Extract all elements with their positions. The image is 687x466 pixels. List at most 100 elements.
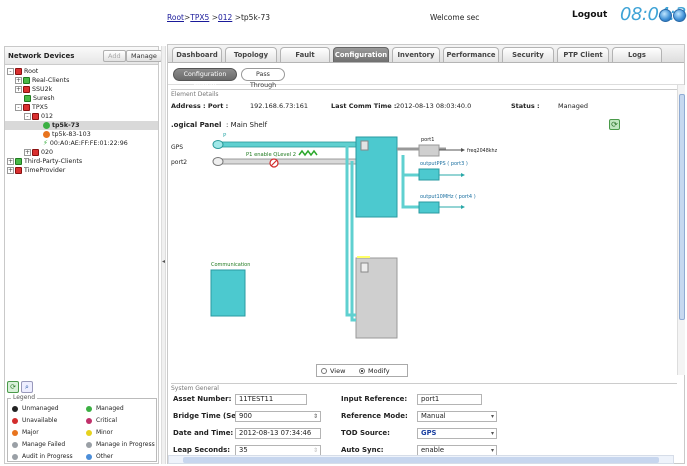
group-icon [15,157,22,165]
legend-box: Legend Unmanaged Managed Unavailable Cri… [7,394,157,462]
horizontal-scrollbar[interactable] [168,455,674,464]
chevron-down-icon[interactable]: ▾ [491,412,494,421]
radio-icon [321,368,327,374]
tree-node-root[interactable]: - Root [7,67,38,76]
critical-icon [86,417,92,424]
breadcrumb-current: tp5k-73 [240,13,271,22]
tree-node-020[interactable]: +020 [24,148,53,157]
tab-performance[interactable]: Performance [443,47,499,62]
tree-node-real-clients[interactable]: + Real-Clients [15,76,69,85]
group-icon [32,112,39,120]
managed-icon [86,405,92,412]
configuration-module-button[interactable]: Configuration Module [173,68,237,89]
communication-card[interactable] [210,269,246,317]
tree-node-suresh[interactable]: Suresh [24,94,55,103]
tree-node-tp5k-73[interactable]: tp5k-73 [5,121,158,130]
system-general-title: System General [171,385,219,392]
expand-icon[interactable]: + [24,148,31,156]
manage-button[interactable]: Manage [126,50,162,62]
date-time-input[interactable]: 2012-08-13 07:34:46 [235,428,321,439]
tab-fault[interactable]: Fault [280,47,330,62]
input-reference-label: Input Reference: [341,395,408,403]
radio-checked-icon [359,368,365,374]
tree-node-third-party[interactable]: + Third-Party-Clients [7,157,82,166]
asset-number-input[interactable]: 11TEST11 [235,394,307,405]
bridge-time-spinner[interactable]: 900 ⇕ [235,411,321,422]
manage-failed-icon [12,441,18,448]
input-reference-input[interactable]: port1 [417,394,482,405]
refresh-icon[interactable]: ⟳ [7,381,19,393]
address-value: 192.168.6.73:161 [250,102,309,110]
port1-block[interactable] [418,144,440,157]
gps-connector[interactable] [212,140,224,149]
tab-configuration[interactable]: Configuration [333,47,389,62]
panel-title: Network Devices [8,52,75,60]
legend-item-manage-failed: Manage Failed [12,441,65,448]
audit-in-progress-icon [12,453,18,460]
tab-security[interactable]: Security [502,47,554,62]
collapse-icon[interactable]: - [24,112,31,120]
minor-icon [86,429,92,436]
legend-item-unavailable: Unavailable [12,417,57,424]
p1-label: P1 enable QLevel 2 [246,152,296,158]
tab-ptp-client[interactable]: PTP Client [557,47,609,62]
vertical-scrollbar[interactable] [677,85,685,375]
tree-node-timeprovider[interactable]: + TimeProvider [7,166,65,175]
logout-link[interactable]: Logout [572,10,607,20]
signal-wave-icon [298,149,318,157]
output-bus [401,155,419,209]
port1-label: port1 [421,137,434,143]
collapse-icon[interactable]: - [15,103,22,111]
expand-icon[interactable]: + [7,157,14,165]
top-header: Root>TPX5 >012 >tp5k-73 Welcome sec Logo… [0,0,687,36]
asset-number-label: Asset Number: [173,395,232,403]
expand-icon[interactable]: + [7,166,14,174]
gps-cable [213,141,360,148]
modify-radio[interactable]: Modify [359,367,390,375]
breadcrumb-root[interactable]: Root [167,13,184,22]
expand-icon[interactable]: + [15,85,22,93]
group-icon [23,103,30,111]
tod-source-label: TOD Source: [341,429,390,437]
network-devices-panel: Network Devices Add Manage - Root + Real-C… [4,46,162,464]
info-icon[interactable] [673,9,686,22]
view-radio[interactable]: View [321,367,345,375]
panel-splitter[interactable]: ◂ [161,46,166,464]
legend-title: Legend [11,394,38,401]
tod-source-select[interactable]: GPS ▾ [417,428,497,439]
tab-dashboard[interactable]: Dashboard [172,47,222,62]
pps-block[interactable] [418,168,440,181]
reference-mode-select[interactable]: Manual ▾ [417,411,497,422]
collapse-arrow-icon[interactable]: ◂ [162,258,165,265]
tree-node-tpx5[interactable]: - TPX5 [15,103,48,112]
tree-node-012[interactable]: -012 [24,112,53,121]
tenmhz-block[interactable] [418,201,440,214]
pps-label: outputPPS ( port3 ) [420,161,468,167]
breadcrumb-012[interactable]: 012 [218,13,232,22]
communication-label: Communication [211,262,250,268]
other-icon [86,453,92,460]
tree-node-mac[interactable]: ⚡ 00:A0:AE:FF:FE:01:22:96 [43,139,128,148]
expand-icon[interactable]: + [15,76,22,84]
spinner-icon[interactable]: ⇕ [313,412,318,421]
port2-connector[interactable] [212,157,224,166]
breadcrumb-tpx5[interactable]: TPX5 [190,13,209,22]
scroll-thumb[interactable] [679,94,685,320]
tab-logs[interactable]: Logs [612,47,662,62]
chevron-down-icon[interactable]: ▾ [491,429,494,438]
scroll-thumb[interactable] [183,457,659,463]
collapse-icon[interactable]: - [7,67,14,75]
tab-inventory[interactable]: Inventory [392,47,440,62]
help-icon[interactable] [659,9,672,22]
logical-panel: .ogical Panel : Main Shelf ⟳ GPS P port2… [171,115,677,379]
tree-node-tp5k-83-103[interactable]: tp5k-83-103 [43,130,91,139]
search-icon[interactable]: ⌕ [21,381,33,393]
tree-node-ssu2k[interactable]: + SSU2k [15,85,52,94]
spinner-icon[interactable]: ⇕ [313,446,318,455]
group-icon [23,85,30,93]
lightning-icon: ⚡ [43,139,48,147]
add-button[interactable]: Add [103,50,126,62]
pass-through-button[interactable]: Pass Through [241,68,285,89]
tab-topology[interactable]: Topology [225,47,277,62]
chevron-down-icon[interactable]: ▾ [491,446,494,455]
